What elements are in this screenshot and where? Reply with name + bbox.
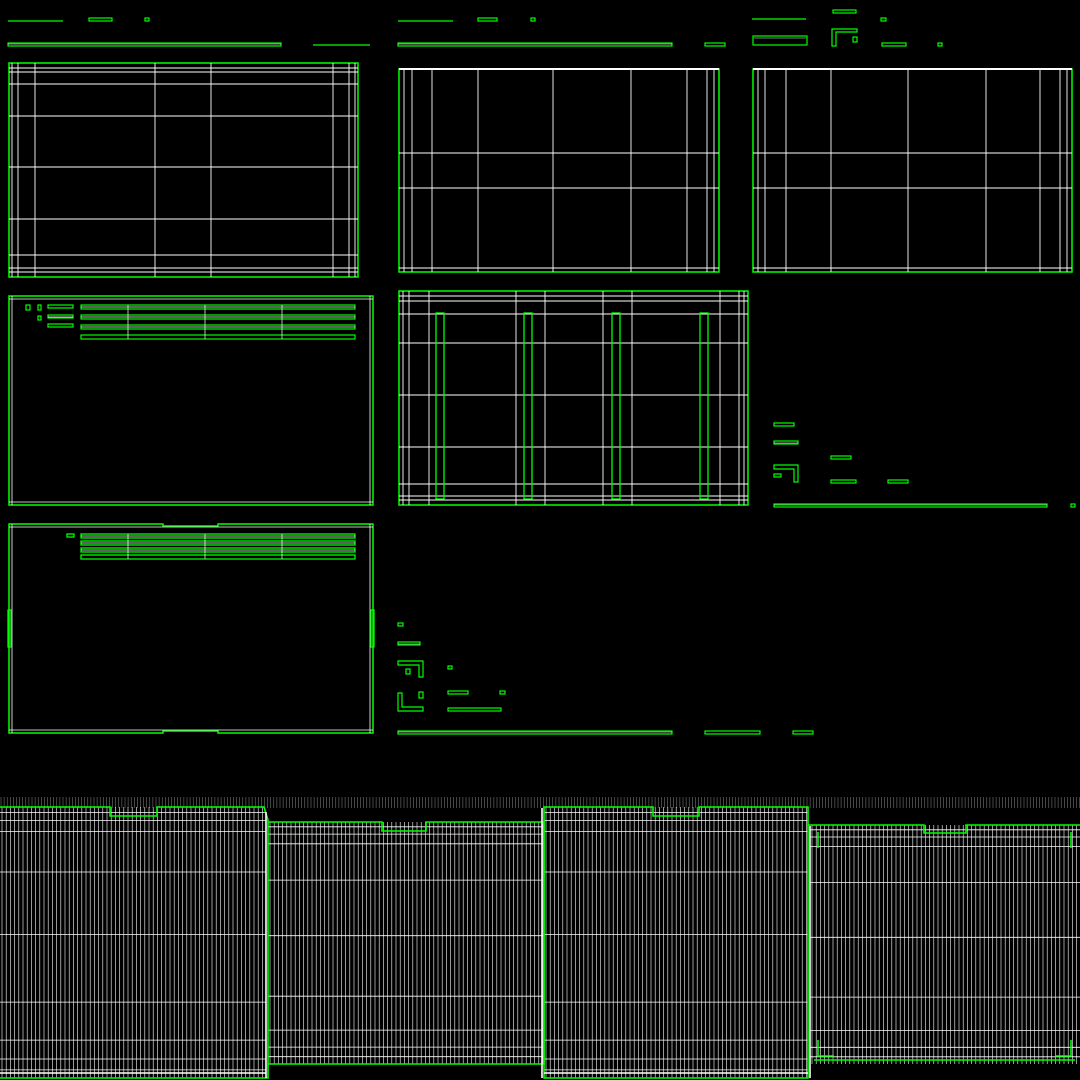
uv-layout-canvas	[0, 0, 1080, 1080]
uv-background	[0, 0, 1080, 1080]
